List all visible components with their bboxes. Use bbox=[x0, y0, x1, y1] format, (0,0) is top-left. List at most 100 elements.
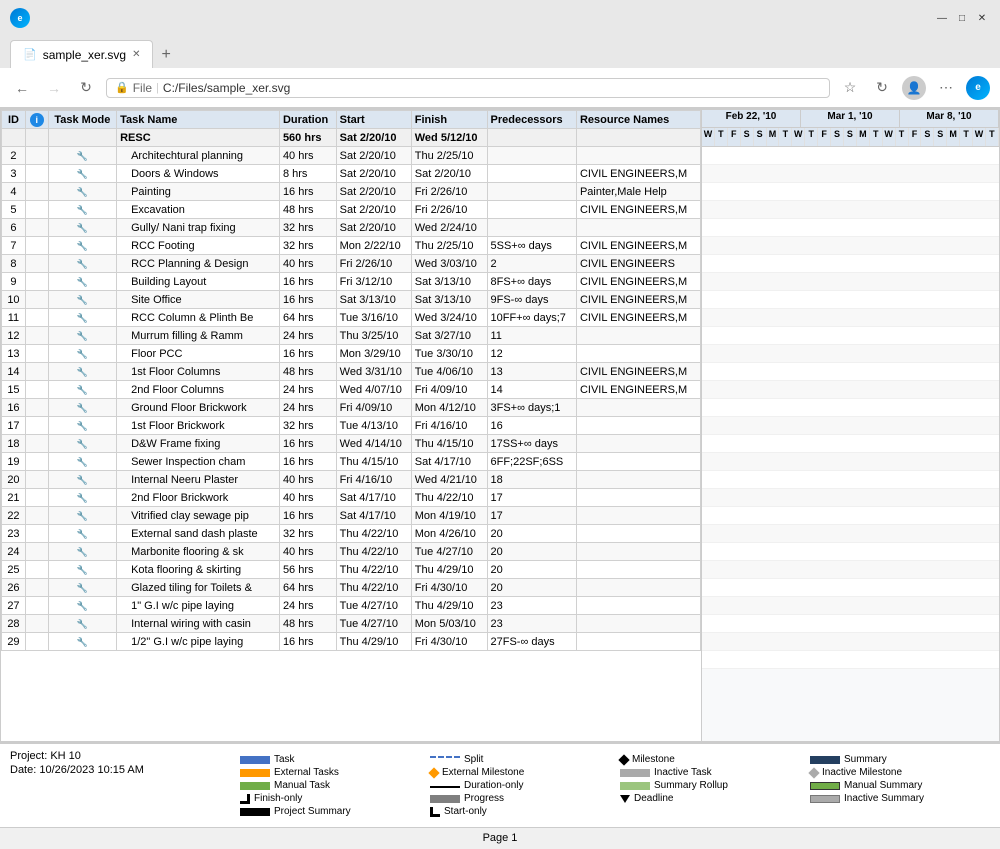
cell-info bbox=[25, 237, 48, 255]
cell-start: Tue 4/13/10 bbox=[336, 417, 411, 435]
cell-mode: 🔧 bbox=[48, 165, 116, 183]
nav-forward-button[interactable]: → bbox=[42, 76, 66, 100]
legend-project-info: Project: KH 10 Date: 10/26/2023 10:15 AM bbox=[10, 750, 144, 817]
cell-start: Thu 4/22/10 bbox=[336, 525, 411, 543]
table-row: 16 🔧 Ground Floor Brickwork 24 hrs Fri 4… bbox=[2, 399, 701, 417]
legend-project-summary-bar bbox=[240, 808, 270, 816]
cell-mode: 🔧 bbox=[48, 435, 116, 453]
table-row: 3 🔧 Doors & Windows 8 hrs Sat 2/20/10 Sa… bbox=[2, 165, 701, 183]
cell-start: Sat 2/20/10 bbox=[336, 183, 411, 201]
gantt-row bbox=[702, 417, 999, 435]
cell-info bbox=[25, 561, 48, 579]
cell-duration: 8 hrs bbox=[279, 165, 336, 183]
cell-resource bbox=[576, 597, 700, 615]
gantt-row bbox=[702, 147, 999, 165]
refresh-icon[interactable]: ↻ bbox=[870, 76, 894, 100]
edge-logo: e bbox=[966, 76, 990, 100]
legend-inactive-milestone-diamond bbox=[808, 767, 819, 778]
gantt-container: ID i Task Mode Task Name Duration Start … bbox=[1, 110, 999, 741]
active-tab[interactable]: 📄 sample_xer.svg ✕ bbox=[10, 40, 153, 68]
cell-resource: CIVIL ENGINEERS,M bbox=[576, 363, 700, 381]
cell-resource bbox=[576, 543, 700, 561]
maximize-button[interactable]: □ bbox=[954, 10, 970, 26]
cell-info bbox=[25, 399, 48, 417]
nav-refresh-button[interactable]: ↻ bbox=[74, 76, 98, 100]
legend-start-marker bbox=[430, 807, 440, 817]
cell-mode: 🔧 bbox=[48, 327, 116, 345]
title-bar: e — □ ✕ bbox=[0, 0, 1000, 36]
cell-start: Wed 4/14/10 bbox=[336, 435, 411, 453]
cell-id: 13 bbox=[2, 345, 26, 363]
cell-start: Sat 2/20/10 bbox=[336, 219, 411, 237]
legend-finish-only: Finish-only bbox=[240, 793, 420, 804]
close-button[interactable]: ✕ bbox=[974, 10, 990, 26]
gantt-row bbox=[702, 651, 999, 669]
cell-duration: 56 hrs bbox=[279, 561, 336, 579]
address-separator: | bbox=[156, 82, 159, 94]
cell-info bbox=[25, 471, 48, 489]
tab-close-button[interactable]: ✕ bbox=[132, 49, 140, 60]
table-header-row: ID i Task Mode Task Name Duration Start … bbox=[2, 111, 701, 129]
address-input[interactable] bbox=[163, 81, 821, 95]
cell-start: Sat 3/13/10 bbox=[336, 291, 411, 309]
cell-id: 2 bbox=[2, 147, 26, 165]
cell-duration: 32 hrs bbox=[279, 219, 336, 237]
cell-info bbox=[25, 417, 48, 435]
cell-mode: 🔧 bbox=[48, 309, 116, 327]
cell-start: Thu 4/22/10 bbox=[336, 579, 411, 597]
cell-id: 11 bbox=[2, 309, 26, 327]
profile-icon[interactable]: 👤 bbox=[902, 76, 926, 100]
cell-finish: Sat 4/17/10 bbox=[411, 453, 487, 471]
cell-start: Tue 4/27/10 bbox=[336, 615, 411, 633]
cell-predecessors bbox=[487, 201, 576, 219]
minimize-button[interactable]: — bbox=[934, 10, 950, 26]
cell-taskname: Kota flooring & skirting bbox=[117, 561, 280, 579]
more-icon[interactable]: ⋯ bbox=[934, 76, 958, 100]
cell-resource: CIVIL ENGINEERS,M bbox=[576, 165, 700, 183]
table-row: 17 🔧 1st Floor Brickwork 32 hrs Tue 4/13… bbox=[2, 417, 701, 435]
gantt-row bbox=[702, 309, 999, 327]
cell-id: 28 bbox=[2, 615, 26, 633]
cell-finish: Wed 2/24/10 bbox=[411, 219, 487, 237]
gantt-header: Feb 22, '10 Mar 1, '10 Mar 8, '10 WTFSSM… bbox=[702, 110, 999, 147]
gantt-body: CIVIL ENGINEERS,Male Helper,Door Frames … bbox=[702, 147, 999, 669]
cell-info bbox=[25, 291, 48, 309]
cell-info bbox=[25, 543, 48, 561]
cell-finish: Sat 3/13/10 bbox=[411, 291, 487, 309]
cell-taskname: 1st Floor Columns bbox=[117, 363, 280, 381]
legend-deadline-arrow bbox=[620, 795, 630, 803]
legend-ext-bar bbox=[240, 769, 270, 777]
cell-duration: 48 hrs bbox=[279, 615, 336, 633]
cell-mode: 🔧 bbox=[48, 453, 116, 471]
cell-duration: 40 hrs bbox=[279, 471, 336, 489]
table-row: 13 🔧 Floor PCC 16 hrs Mon 3/29/10 Tue 3/… bbox=[2, 345, 701, 363]
gantt-day-label: T bbox=[870, 128, 883, 146]
table-row: 2 🔧 Architechtural planning 40 hrs Sat 2… bbox=[2, 147, 701, 165]
table-row: 10 🔧 Site Office 16 hrs Sat 3/13/10 Sat … bbox=[2, 291, 701, 309]
cell-resource bbox=[576, 615, 700, 633]
new-tab-button[interactable]: + bbox=[153, 42, 178, 68]
cell-info bbox=[25, 273, 48, 291]
cell-taskname: 2nd Floor Brickwork bbox=[117, 489, 280, 507]
cell-id: 22 bbox=[2, 507, 26, 525]
legend-project-summary: Project Summary bbox=[240, 806, 420, 817]
gantt-day-label: S bbox=[921, 128, 934, 146]
cell-taskname: Gully/ Nani trap fixing bbox=[117, 219, 280, 237]
cell-finish: Thu 2/25/10 bbox=[411, 237, 487, 255]
gantt-row bbox=[702, 219, 999, 237]
gantt-row bbox=[702, 561, 999, 579]
cell-id: 17 bbox=[2, 417, 26, 435]
gantt-table: ID i Task Mode Task Name Duration Start … bbox=[1, 110, 701, 741]
cell-duration: 48 hrs bbox=[279, 201, 336, 219]
bookmark-icon[interactable]: ☆ bbox=[838, 76, 862, 100]
cell-resource bbox=[576, 399, 700, 417]
gantt-day-label: T bbox=[986, 128, 999, 146]
legend-task: Task bbox=[240, 754, 420, 765]
cell-mode: 🔧 bbox=[48, 255, 116, 273]
cell-id: 29 bbox=[2, 633, 26, 651]
cell-resource: CIVIL ENGINEERS,M bbox=[576, 273, 700, 291]
gantt-row bbox=[702, 291, 999, 309]
nav-back-button[interactable]: ← bbox=[10, 76, 34, 100]
cell-predecessors bbox=[487, 183, 576, 201]
cell-mode: 🔧 bbox=[48, 399, 116, 417]
